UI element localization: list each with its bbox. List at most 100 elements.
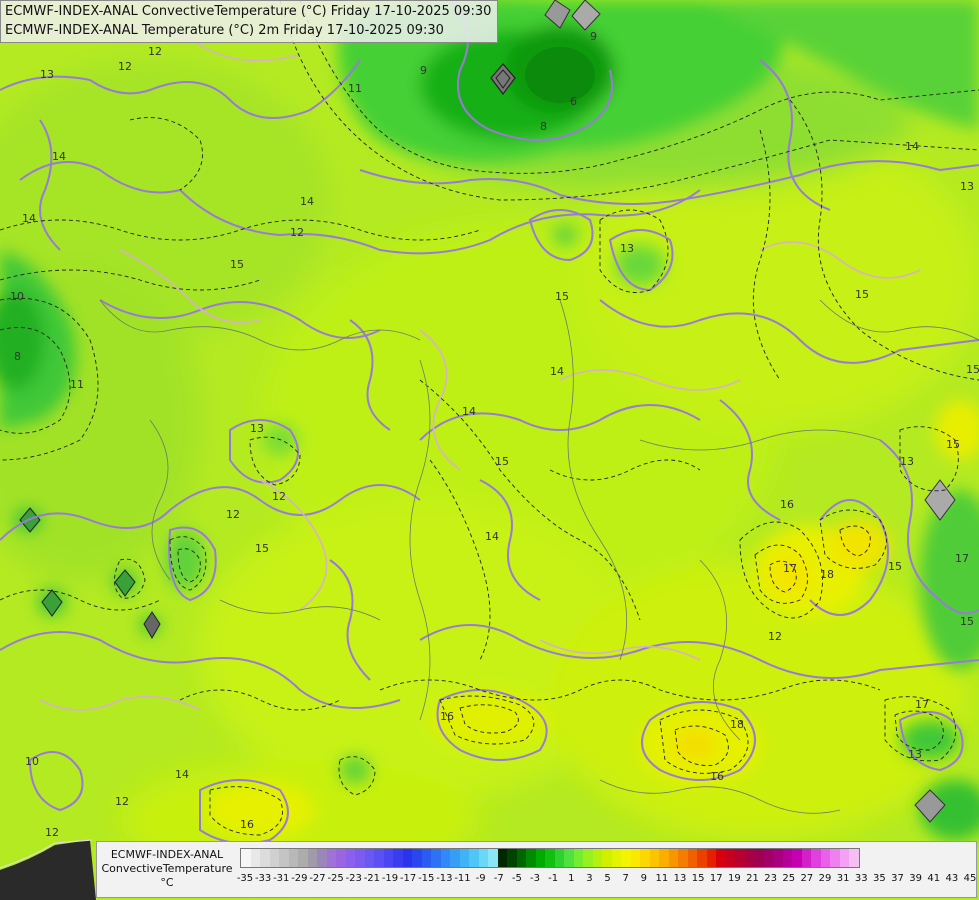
legend-swatch — [668, 849, 678, 867]
legend-tick-label: 9 — [640, 873, 647, 884]
legend-swatch — [554, 849, 564, 867]
contour-label: 15 — [966, 363, 979, 376]
legend-swatch — [507, 849, 517, 867]
contour-label: 13 — [40, 68, 54, 81]
legend-swatch — [269, 849, 279, 867]
legend-swatch — [630, 849, 640, 867]
legend-swatch — [364, 849, 374, 867]
contour-label: 13 — [960, 180, 974, 193]
contour-label: 13 — [250, 422, 264, 435]
legend-swatch — [478, 849, 488, 867]
legend-swatch — [402, 849, 412, 867]
legend-tick-label: -11 — [454, 873, 471, 884]
legend-swatch — [649, 849, 659, 867]
legend-swatch — [773, 849, 783, 867]
legend-swatch — [564, 849, 574, 867]
contour-label: 18 — [730, 718, 744, 731]
contour-label: 14 — [550, 365, 564, 378]
color-legend: ECMWF-INDEX-ANAL ConvectiveTemperature °… — [96, 841, 977, 898]
contour-label: 17 — [783, 562, 797, 575]
legend-swatch — [621, 849, 631, 867]
legend-tick-labels: -35 -33 -31 -29 -27 -25 -23 -21 -19 -17 -15 -13 -11-… — [237, 873, 977, 887]
legend-swatch — [754, 849, 764, 867]
contour-label: 15 — [495, 455, 509, 468]
contour-label: 12 — [226, 508, 240, 521]
contour-label: 12 — [290, 226, 304, 239]
legend-swatch — [355, 849, 365, 867]
legend-tick-label: -13 — [436, 873, 453, 884]
contour-label: 15 — [555, 290, 569, 303]
legend-tick-label: -29 — [291, 873, 308, 884]
legend-tick-label: -35 — [236, 873, 254, 884]
contour-label: 8 — [540, 120, 547, 133]
contour-label: 12 — [148, 45, 162, 58]
legend-swatch — [497, 849, 507, 867]
legend-swatch — [440, 849, 450, 867]
legend-swatch — [459, 849, 469, 867]
contour-label: 11 — [348, 82, 362, 95]
legend-swatch — [716, 849, 726, 867]
legend-tick-label: 15 — [691, 873, 705, 884]
legend-swatch — [393, 849, 403, 867]
contour-label: 15 — [946, 438, 960, 451]
contour-label: 16 — [440, 710, 454, 723]
contour-label: 14 — [485, 530, 499, 543]
legend-swatch — [830, 849, 840, 867]
contour-label: 15 — [888, 560, 902, 573]
legend-tick-label: 27 — [800, 873, 814, 884]
legend-tick-label: -15 — [418, 873, 435, 884]
legend-unit: °C — [160, 876, 174, 889]
legend-tick-label: 33 — [854, 873, 868, 884]
contour-label: 12 — [115, 795, 129, 808]
legend-variable: ConvectiveTemperature — [101, 862, 233, 875]
contour-label: 15 — [255, 542, 269, 555]
legend-tick-label: -27 — [309, 873, 326, 884]
legend-swatch — [317, 849, 327, 867]
legend-swatch — [431, 849, 441, 867]
legend-swatch — [782, 849, 792, 867]
weather-map: 13 14 14 12 11 9 14 12 15 12 10 8 11 13 12 12 15 15 14 14 14… — [0, 0, 979, 900]
contour-label: 13 — [900, 455, 914, 468]
contour-label: 14 — [175, 768, 189, 781]
legend-tick-label: 7 — [622, 873, 629, 884]
legend-swatch — [326, 849, 336, 867]
legend-tick-label: 39 — [909, 873, 922, 884]
legend-tick-label: -23 — [345, 873, 362, 884]
legend-tick-label: 19 — [728, 873, 741, 884]
contour-label: 12 — [45, 826, 59, 839]
legend-swatch — [260, 849, 270, 867]
contour-label: 14 — [462, 405, 476, 418]
legend-tick-label: -3 — [530, 873, 540, 884]
legend-swatch — [336, 849, 346, 867]
legend-title: ECMWF-INDEX-ANAL — [110, 848, 224, 861]
legend-tick-label: 17 — [709, 873, 723, 884]
legend-tick-label: 5 — [604, 873, 611, 884]
contour-label: 16 — [710, 770, 724, 783]
legend-swatch — [545, 849, 555, 867]
legend-tick-label: -5 — [511, 873, 522, 884]
title-line-1: ECMWF-INDEX-ANAL ConvectiveTemperature (… — [5, 4, 492, 19]
legend-swatch — [450, 849, 460, 867]
legend-swatch — [744, 849, 754, 867]
contour-label: 17 — [955, 552, 969, 565]
legend-swatch — [279, 849, 289, 867]
legend-swatch — [374, 849, 384, 867]
contour-label: 14 — [52, 150, 66, 163]
legend-swatch — [583, 849, 593, 867]
legend-swatch — [469, 849, 479, 867]
legend-tick-label: 23 — [764, 873, 777, 884]
legend-tick-label: 37 — [891, 873, 904, 884]
contour-label: 6 — [570, 95, 577, 108]
legend-swatch — [687, 849, 697, 867]
contour-label: 15 — [230, 258, 244, 271]
legend-swatch — [383, 849, 393, 867]
legend-swatch — [820, 849, 830, 867]
legend-swatch — [640, 849, 650, 867]
contour-label: 14 — [300, 195, 314, 208]
legend-swatch — [839, 849, 849, 867]
legend-swatch — [706, 849, 716, 867]
legend-swatch — [526, 849, 536, 867]
legend-swatch — [792, 849, 802, 867]
contour-label: 10 — [25, 755, 39, 768]
contour-label: 8 — [14, 350, 21, 363]
